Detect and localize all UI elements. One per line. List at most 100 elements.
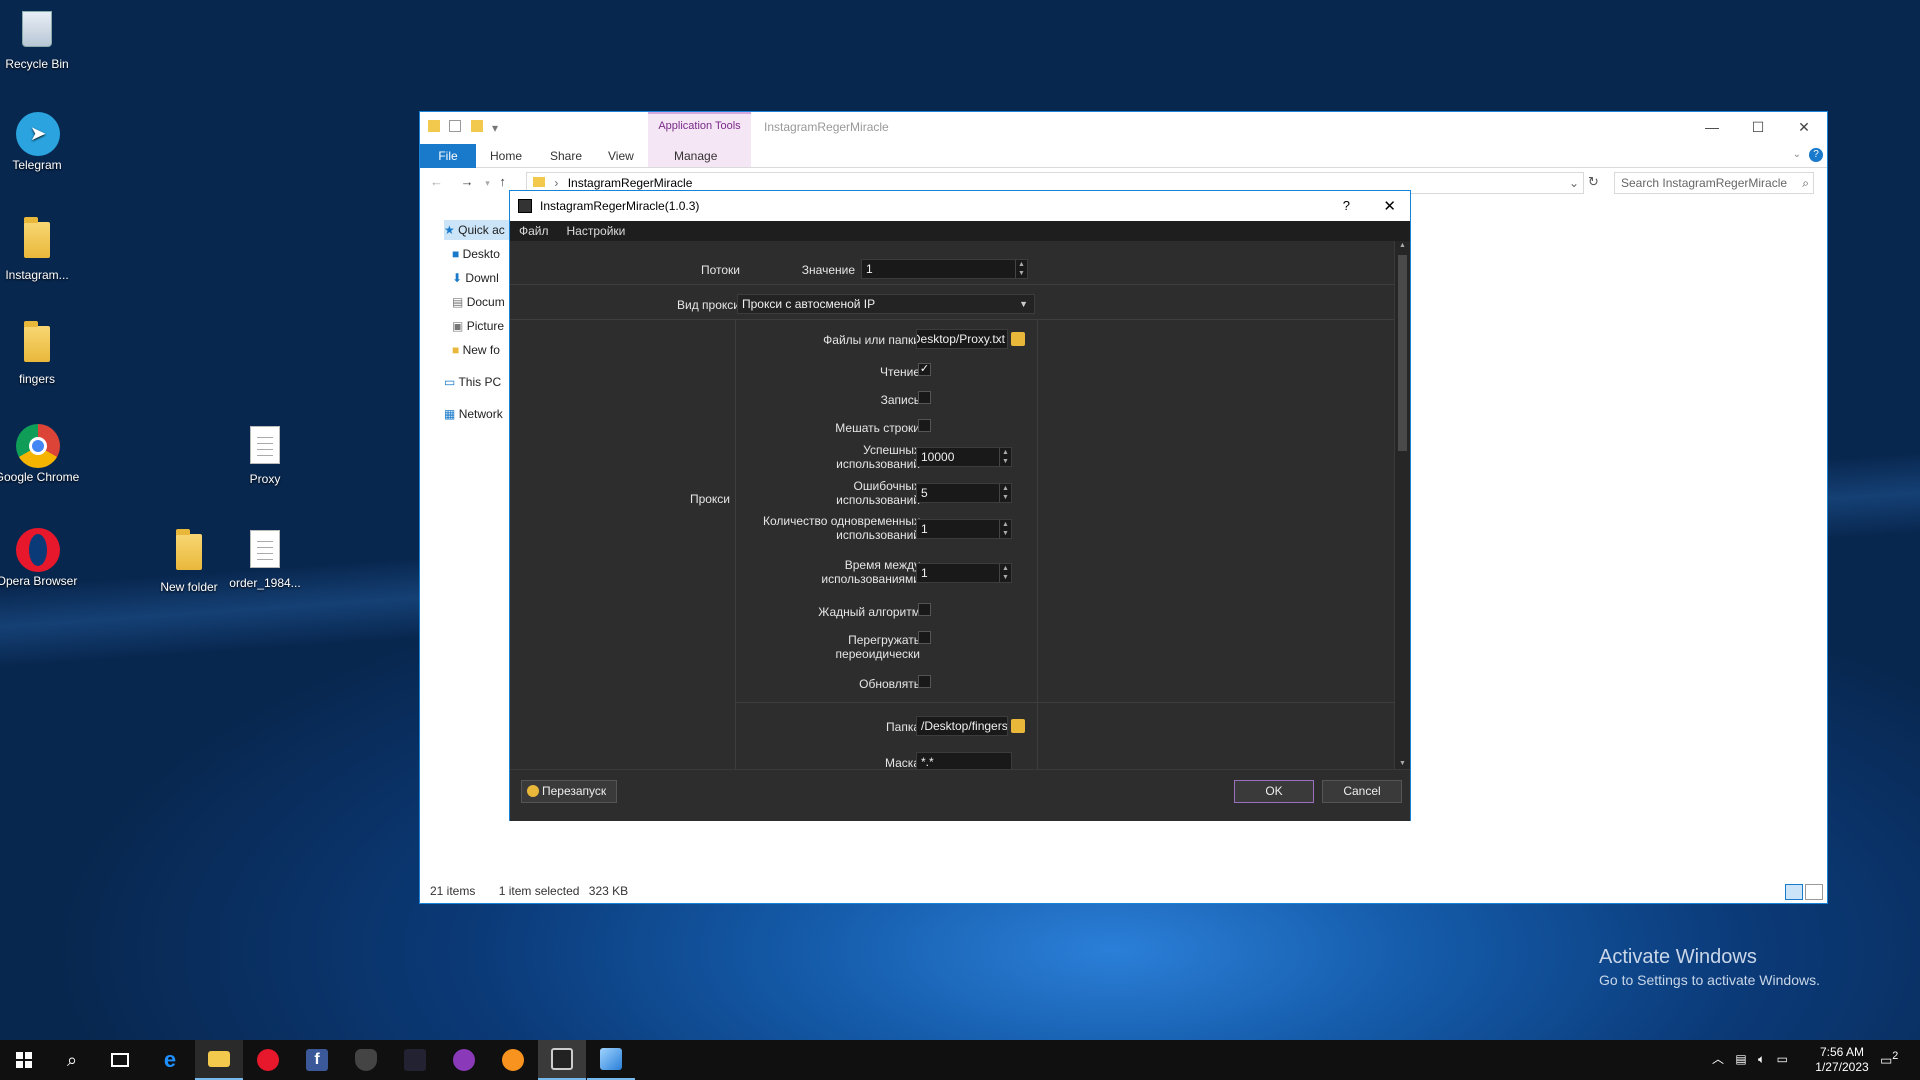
- desktop-icon-proxy-file[interactable]: Proxy: [222, 424, 308, 487]
- taskbar-app-gamepad[interactable]: [440, 1040, 488, 1080]
- nav-item-documents[interactable]: ▤ Docum: [452, 292, 512, 312]
- spinner-icon[interactable]: ▲ ▼: [999, 564, 1011, 582]
- close-button[interactable]: ✕: [1781, 112, 1827, 142]
- taskbar-app-orange[interactable]: [489, 1040, 537, 1080]
- desktop-icon-telegram[interactable]: ➤ Telegram: [0, 112, 80, 173]
- desktop-icon-chrome[interactable]: Google Chrome: [0, 424, 80, 485]
- minimize-button[interactable]: —: [1689, 112, 1735, 142]
- files-input[interactable]: Desktop/Proxy.txt: [916, 329, 1008, 349]
- volume-muted-icon[interactable]: 🔈︎: [1758, 1052, 1765, 1066]
- taskbar-app-shield[interactable]: [342, 1040, 390, 1080]
- read-label: Чтение: [879, 365, 920, 379]
- cancel-button[interactable]: Cancel: [1322, 780, 1402, 803]
- tab-view[interactable]: View: [594, 144, 648, 168]
- nav-item-this-pc[interactable]: ▭ This PC: [444, 372, 512, 392]
- address-dropdown-icon[interactable]: ⌄: [1569, 173, 1579, 193]
- back-arrow-icon[interactable]: ←: [430, 174, 443, 189]
- properties-icon[interactable]: [449, 120, 462, 132]
- refresh-icon[interactable]: ↻: [1588, 174, 1599, 190]
- ribbon-expand-icon[interactable]: ⌄: [1793, 149, 1801, 160]
- desktop-icon-recycle-bin[interactable]: Recycle Bin: [0, 8, 80, 72]
- restart-button[interactable]: Перезапуск: [521, 780, 617, 803]
- recent-chevron-icon[interactable]: ▾: [485, 178, 490, 188]
- nav-item-network[interactable]: ▦ Network: [444, 404, 512, 424]
- mask-value: *.*: [921, 755, 934, 769]
- browse-folder-icon[interactable]: [1011, 719, 1025, 733]
- ok-button[interactable]: OK: [1234, 780, 1314, 803]
- desktop-icon-fingers-folder[interactable]: fingers: [0, 320, 80, 387]
- browse-folder-icon[interactable]: [1011, 332, 1025, 346]
- reload-label: Перегружать переоидически: [835, 633, 920, 661]
- task-view-button[interactable]: [96, 1040, 144, 1080]
- taskbar-app-blue[interactable]: [587, 1040, 635, 1080]
- nav-item-pictures[interactable]: ▣ Picture: [452, 316, 512, 336]
- new-folder-icon[interactable]: [470, 120, 483, 132]
- dialog-close-button[interactable]: ✕: [1383, 197, 1396, 215]
- update-checkbox[interactable]: [918, 675, 931, 688]
- desktop-icon-order-file[interactable]: order_1984...: [222, 528, 308, 591]
- nav-item-new-folder[interactable]: ■ New fo: [452, 340, 512, 360]
- taskbar-facebook[interactable]: f: [293, 1040, 341, 1080]
- keyboard-icon[interactable]: ▤: [1735, 1052, 1746, 1066]
- spinner-icon[interactable]: ▲ ▼: [999, 484, 1011, 502]
- tab-home[interactable]: Home: [476, 144, 536, 168]
- breadcrumb[interactable]: InstagramRegerMiracle: [568, 176, 693, 190]
- help-icon[interactable]: ?: [1809, 148, 1823, 162]
- activation-watermark-title: Activate Windows: [1599, 946, 1757, 968]
- scrollbar-thumb[interactable]: [1398, 255, 1407, 451]
- restart-label: Перезапуск: [542, 784, 607, 798]
- nav-item-downloads[interactable]: ⬇ Downl: [452, 268, 512, 288]
- spinner-icon[interactable]: ▲ ▼: [999, 448, 1011, 466]
- read-checkbox[interactable]: ✓: [918, 363, 931, 376]
- success-input[interactable]: 10000 ▲ ▼: [916, 447, 1012, 467]
- taskbar-explorer[interactable]: [195, 1040, 243, 1080]
- details-view-icon[interactable]: [1785, 884, 1803, 900]
- spinner-icon[interactable]: ▲ ▼: [999, 520, 1011, 538]
- vertical-scrollbar[interactable]: ▲ ▼: [1394, 241, 1410, 769]
- tab-share[interactable]: Share: [536, 144, 596, 168]
- forward-arrow-icon[interactable]: →: [461, 174, 474, 189]
- desktop-icon-opera[interactable]: Opera Browser: [0, 528, 80, 589]
- write-checkbox[interactable]: [918, 391, 931, 404]
- scroll-up-icon[interactable]: ▲: [1395, 241, 1410, 251]
- interval-input[interactable]: 1 ▲ ▼: [916, 563, 1012, 583]
- taskbar-instagram-reger[interactable]: [538, 1040, 586, 1080]
- reload-checkbox[interactable]: [918, 631, 931, 644]
- chevron-up-icon[interactable]: ︿: [1712, 1052, 1724, 1066]
- search-button[interactable]: ⌕: [48, 1040, 96, 1080]
- success-value: 10000: [921, 450, 955, 464]
- scroll-down-icon[interactable]: ▼: [1395, 759, 1410, 769]
- shuffle-checkbox[interactable]: [918, 419, 931, 432]
- taskbar-app-helmet[interactable]: [391, 1040, 439, 1080]
- desktop-icon-label: Telegram: [12, 158, 62, 172]
- maximize-button[interactable]: ☐: [1735, 112, 1781, 142]
- desktop-icon-instagram-folder[interactable]: Instagram...: [0, 216, 80, 283]
- network-icon[interactable]: ▭: [1777, 1052, 1788, 1066]
- nav-item-desktop[interactable]: ■ Deskto: [452, 244, 512, 264]
- nav-item-quick-access[interactable]: ★ Quick ac: [444, 220, 512, 240]
- folder-input[interactable]: /Desktop/fingers: [916, 716, 1008, 736]
- notification-center-button[interactable]: ▭2: [1880, 1050, 1898, 1068]
- search-input[interactable]: Search InstagramRegerMiracle ⌕: [1614, 172, 1814, 194]
- menu-file[interactable]: Файл: [510, 221, 558, 241]
- up-arrow-icon[interactable]: ↑: [499, 174, 506, 189]
- proxy-type-select[interactable]: Прокси с автосменой IP ▼: [737, 294, 1035, 314]
- mask-input[interactable]: *.*: [916, 752, 1012, 769]
- divider: [735, 702, 1394, 703]
- chevron-down-icon[interactable]: ▾: [492, 121, 498, 135]
- clock[interactable]: 7:56 AM 1/27/2023: [1812, 1045, 1872, 1075]
- tab-manage[interactable]: Manage: [660, 144, 731, 168]
- greedy-checkbox[interactable]: [918, 603, 931, 616]
- menu-settings[interactable]: Настройки: [558, 221, 635, 241]
- threads-value-input[interactable]: 1 ▲ ▼: [861, 259, 1028, 279]
- tab-file[interactable]: File: [420, 144, 476, 168]
- taskbar-ie[interactable]: e: [146, 1040, 194, 1080]
- errors-input[interactable]: 5 ▲ ▼: [916, 483, 1012, 503]
- start-button[interactable]: [0, 1040, 48, 1080]
- help-button[interactable]: ?: [1343, 198, 1350, 213]
- concurrent-input[interactable]: 1 ▲ ▼: [916, 519, 1012, 539]
- large-icons-view-icon[interactable]: [1805, 884, 1823, 900]
- desktop-icon-new-folder[interactable]: New folder: [146, 528, 232, 595]
- taskbar-opera[interactable]: [244, 1040, 292, 1080]
- spinner-icon[interactable]: ▲ ▼: [1015, 260, 1027, 278]
